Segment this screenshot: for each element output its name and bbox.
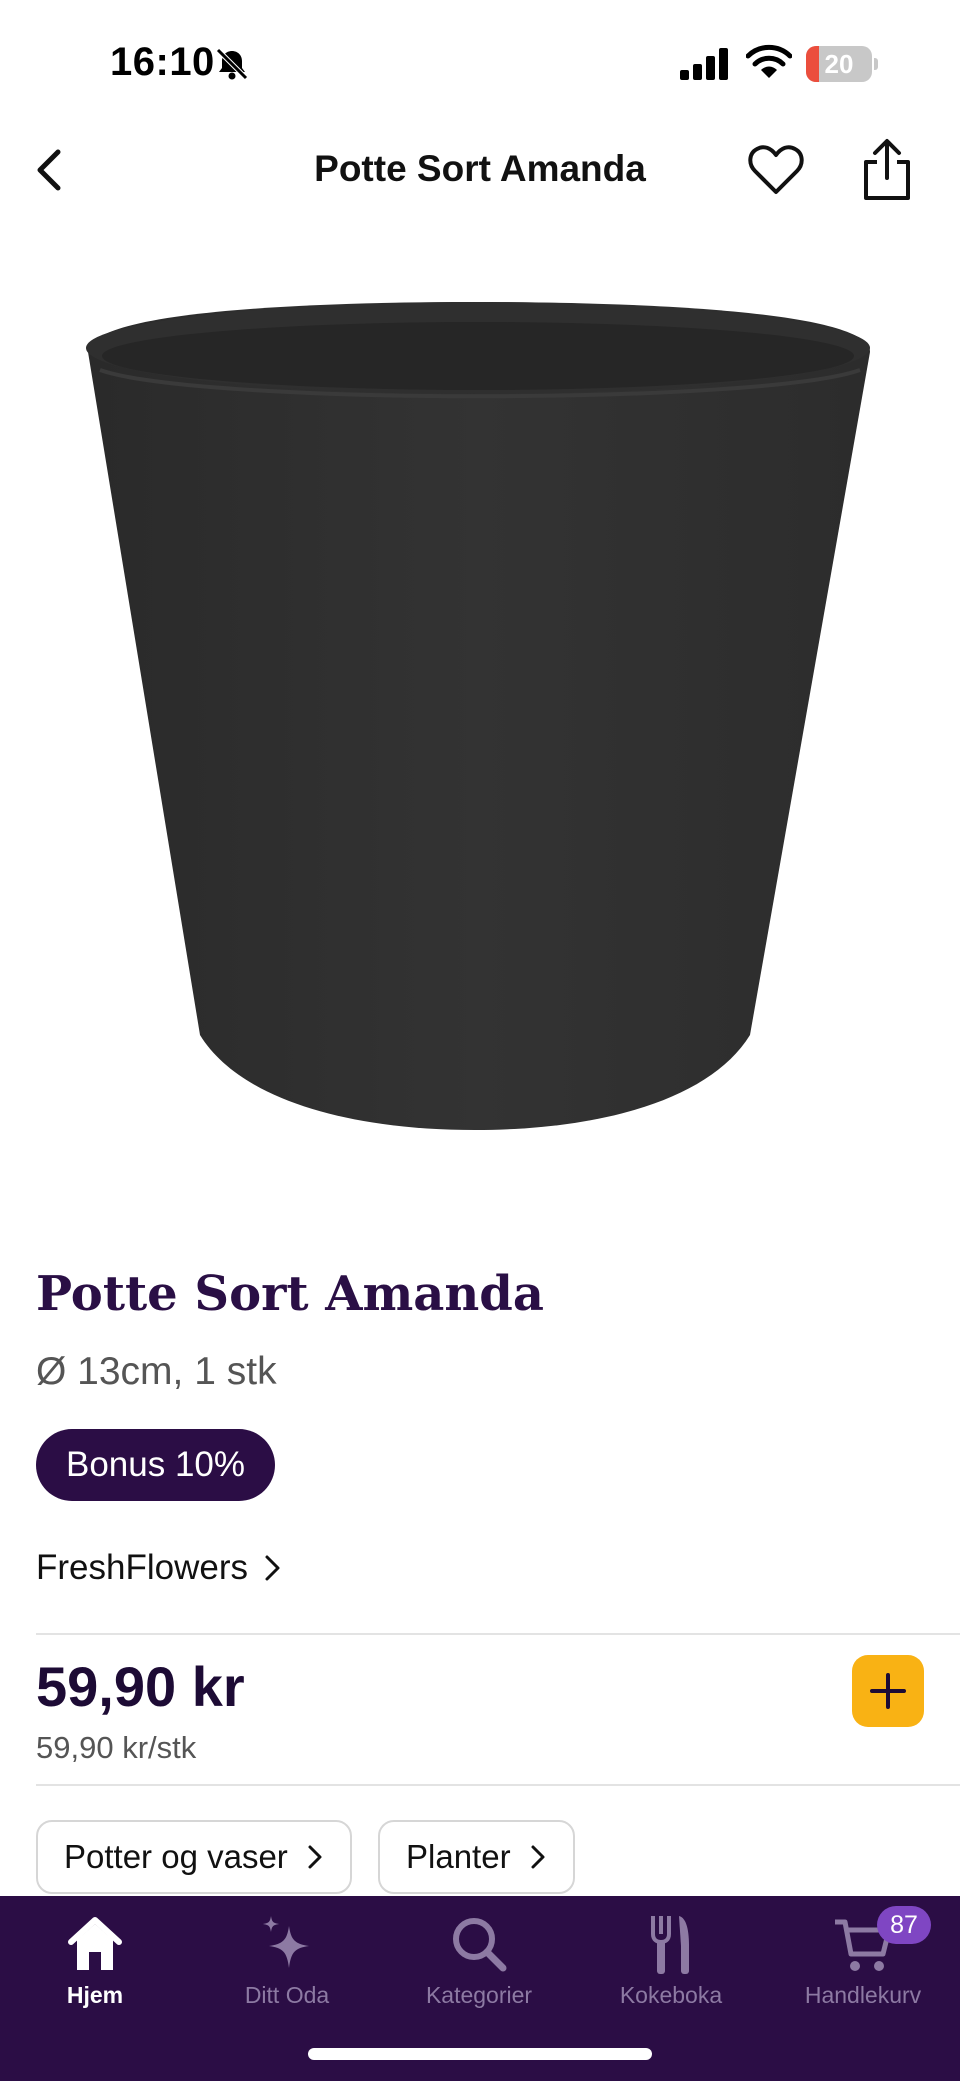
heart-icon[interactable] xyxy=(746,142,806,198)
tab-handlekurv[interactable]: Handlekurv 87 xyxy=(773,1906,953,2022)
bell-slash-icon xyxy=(216,48,248,80)
cart-count-badge: 87 xyxy=(877,1906,931,1944)
tab-home[interactable]: Hjem xyxy=(5,1912,185,2022)
plus-icon xyxy=(870,1673,906,1709)
brand-link[interactable]: FreshFlowers xyxy=(36,1548,284,1588)
search-icon xyxy=(453,1918,507,1972)
wifi-icon xyxy=(746,44,792,78)
tab-label: Kategorier xyxy=(425,1982,533,2008)
sparkle-icon xyxy=(263,1916,309,1968)
divider xyxy=(36,1784,960,1786)
status-bar: 16:10 20 xyxy=(0,0,960,120)
chevron-right-icon xyxy=(531,1845,545,1869)
bonus-badge[interactable]: Bonus 10% xyxy=(36,1429,276,1501)
divider xyxy=(36,1633,960,1635)
status-time: 16:10 xyxy=(110,40,215,84)
home-icon xyxy=(68,1917,122,1970)
nav-title: Potte Sort Amanda xyxy=(314,148,646,189)
back-button[interactable] xyxy=(22,142,78,198)
category-chip-potter-og-vaser[interactable]: Potter og vaser xyxy=(36,1820,352,1894)
tab-kokeboka[interactable]: Kokeboka xyxy=(581,1912,761,2022)
brand-name: FreshFlowers xyxy=(36,1548,248,1587)
home-indicator xyxy=(308,2048,652,2060)
cellular-signal-icon xyxy=(680,48,728,80)
nav-bar: Potte Sort Amanda xyxy=(0,120,960,220)
tab-label: Ditt Oda xyxy=(244,1982,330,2008)
tab-label: Handlekurv xyxy=(804,1982,922,2008)
unit-price: 59,90 kr/stk xyxy=(36,1730,197,1765)
chevron-right-icon xyxy=(265,1555,280,1581)
product-name: Potte Sort Amanda xyxy=(36,1266,544,1322)
share-icon[interactable] xyxy=(858,138,916,202)
battery-level: 20 xyxy=(824,49,854,79)
battery-indicator: 20 xyxy=(806,46,878,82)
category-chip-planter[interactable]: Planter xyxy=(378,1820,575,1894)
fork-knife-icon xyxy=(651,1916,689,1974)
chevron-right-icon xyxy=(308,1845,322,1869)
product-description: Ø 13cm, 1 stk xyxy=(36,1350,277,1393)
tab-label: Hjem xyxy=(66,1982,124,2008)
add-to-cart-button[interactable] xyxy=(852,1655,924,1727)
tab-kategorier[interactable]: Kategorier xyxy=(389,1912,569,2022)
product-image xyxy=(86,302,870,1130)
category-chip-label: Planter xyxy=(406,1838,511,1875)
category-chip-label: Potter og vaser xyxy=(64,1838,288,1875)
tab-ditt-oda[interactable]: Ditt Oda xyxy=(197,1912,377,2022)
product-page: 16:10 20 Potte Sort Amanda Potte Sort Am… xyxy=(0,0,960,2081)
tab-label: Kokeboka xyxy=(619,1982,723,2008)
price: 59,90 kr xyxy=(36,1655,245,1718)
